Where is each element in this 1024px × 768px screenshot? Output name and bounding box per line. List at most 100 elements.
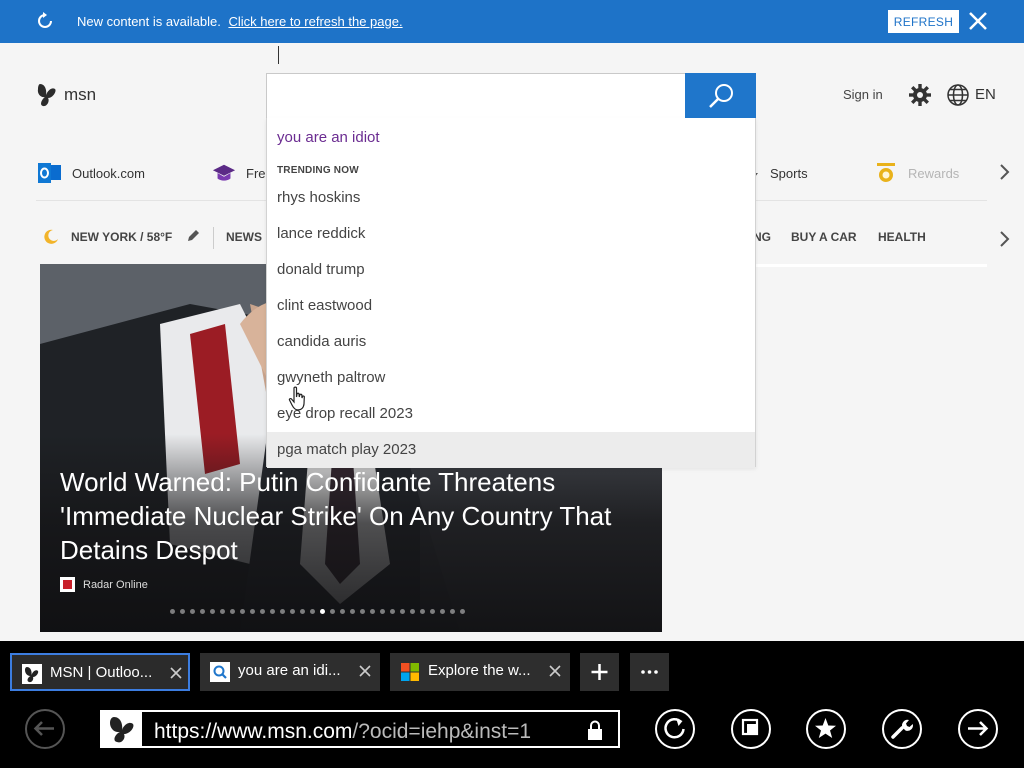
trending-item[interactable]: lance reddick (267, 216, 755, 252)
quick-link-rewards[interactable]: Rewards (874, 162, 959, 184)
carousel-dot[interactable] (410, 609, 415, 614)
carousel-dot[interactable] (450, 609, 455, 614)
gear-icon[interactable] (908, 83, 932, 107)
tabs-icon (741, 718, 759, 736)
hand-cursor-icon (288, 386, 305, 411)
msn-butterfly-icon (22, 664, 42, 684)
hero-source-name: Radar Online (83, 578, 148, 591)
tab-options-button[interactable] (630, 653, 669, 691)
carousel-dot[interactable] (170, 609, 175, 614)
carousel-dot[interactable] (270, 609, 275, 614)
pencil-icon[interactable] (186, 229, 200, 243)
carousel-dot[interactable] (400, 609, 405, 614)
arrow-left-icon (33, 721, 54, 736)
carousel-dot[interactable] (380, 609, 385, 614)
close-tab-icon[interactable] (169, 666, 183, 680)
carousel-dot[interactable] (230, 609, 235, 614)
carousel-dot[interactable] (280, 609, 285, 614)
nav-item-health[interactable]: HEALTH (878, 230, 926, 244)
chevron-right-icon[interactable] (998, 229, 1012, 249)
carousel-dot[interactable] (260, 609, 265, 614)
msn-logo[interactable]: msn (36, 82, 96, 108)
search-suggestions: you are an idiot TRENDING NOW rhys hoski… (266, 118, 756, 468)
carousel-dot[interactable] (350, 609, 355, 614)
rewards-trophy-icon (877, 163, 895, 182)
carousel-dot[interactable] (250, 609, 255, 614)
tab-title: you are an idi... (238, 662, 341, 679)
forward-button[interactable] (958, 709, 998, 749)
search-button[interactable] (685, 73, 756, 119)
sign-in-link[interactable]: Sign in (843, 87, 883, 102)
carousel-dot[interactable] (430, 609, 435, 614)
hero-headline[interactable]: World Warned: Putin Confidante Threatens… (60, 465, 640, 567)
tab-msn[interactable]: MSN | Outloo... (10, 653, 190, 691)
search-input[interactable] (268, 75, 682, 117)
notification-message: New content is available. Click here to … (77, 14, 403, 29)
back-button[interactable] (25, 709, 65, 749)
chevron-right-icon[interactable] (998, 162, 1012, 182)
nav-item-news[interactable]: NEWS (226, 230, 262, 244)
carousel-dot[interactable] (330, 609, 335, 614)
tab-search-results[interactable]: you are an idi... (200, 653, 380, 691)
new-tab-button[interactable] (580, 653, 619, 691)
carousel-dot[interactable] (290, 609, 295, 614)
quick-link-outlook[interactable]: Outlook.com (38, 162, 145, 184)
notification-text: New content is available. (77, 14, 221, 29)
site-icon (102, 712, 142, 746)
carousel-dot[interactable] (190, 609, 195, 614)
lock-icon[interactable] (586, 719, 604, 741)
refresh-icon[interactable] (34, 10, 56, 32)
carousel-dot[interactable] (420, 609, 425, 614)
carousel-dot[interactable] (300, 609, 305, 614)
close-icon[interactable] (966, 9, 990, 33)
trending-item[interactable]: donald trump (267, 252, 755, 288)
refresh-page-link[interactable]: Click here to refresh the page. (228, 14, 402, 29)
refresh-button[interactable]: REFRESH (888, 10, 959, 33)
url-path: /?ocid=iehp&inst=1 (352, 720, 532, 743)
trending-item-highlighted[interactable]: pga match play 2023 (267, 432, 755, 468)
carousel-dot[interactable] (460, 609, 465, 614)
carousel-dot[interactable] (240, 609, 245, 614)
weather-location[interactable]: NEW YORK / 58°F (71, 230, 172, 244)
trending-header: TRENDING NOW (277, 165, 359, 176)
carousel-dot[interactable] (220, 609, 225, 614)
tools-button[interactable] (882, 709, 922, 749)
notification-bar: New content is available. Click here to … (0, 0, 1024, 43)
carousel-dot[interactable] (340, 609, 345, 614)
quick-link-label: Sports (770, 165, 808, 181)
plus-icon (591, 664, 608, 680)
favorites-button[interactable] (806, 709, 846, 749)
close-tab-icon[interactable] (548, 664, 562, 678)
address-bar[interactable]: https://www.msn.com/?ocid=iehp&inst=1 (100, 710, 620, 748)
trending-item[interactable]: rhys hoskins (267, 180, 755, 216)
carousel-dot[interactable] (360, 609, 365, 614)
history-suggestion[interactable]: you are an idiot (277, 129, 380, 146)
trending-item[interactable]: gwyneth paltrow (267, 360, 755, 396)
carousel-dot[interactable] (200, 609, 205, 614)
msn-butterfly-icon (37, 84, 56, 107)
url-text[interactable]: https://www.msn.com/?ocid=iehp&inst=1 (154, 720, 531, 744)
hero-source[interactable]: Radar Online (60, 577, 148, 592)
trending-item[interactable]: eye drop recall 2023 (267, 396, 755, 432)
quick-link-free[interactable]: Free (212, 162, 273, 184)
quick-link-label: Outlook.com (72, 165, 145, 181)
carousel-dot[interactable] (310, 609, 315, 614)
carousel-dot[interactable] (370, 609, 375, 614)
nav-item-buy-a-car[interactable]: BUY A CAR (791, 230, 857, 244)
carousel-dot[interactable] (180, 609, 185, 614)
language-selector[interactable]: EN (975, 86, 996, 103)
close-tab-icon[interactable] (358, 664, 372, 678)
tab-explore[interactable]: Explore the w... (390, 653, 570, 691)
carousel-dots[interactable] (170, 609, 465, 614)
carousel-dot[interactable] (440, 609, 445, 614)
quick-link-sports[interactable]: Sports (750, 162, 808, 184)
refresh-page-button[interactable] (655, 709, 695, 749)
bing-search-icon (210, 662, 230, 682)
carousel-dot[interactable] (320, 609, 325, 614)
trending-item[interactable]: clint eastwood (267, 288, 755, 324)
carousel-dot[interactable] (210, 609, 215, 614)
globe-icon[interactable] (946, 83, 970, 107)
tabs-view-button[interactable] (731, 709, 771, 749)
carousel-dot[interactable] (390, 609, 395, 614)
trending-item[interactable]: candida auris (267, 324, 755, 360)
